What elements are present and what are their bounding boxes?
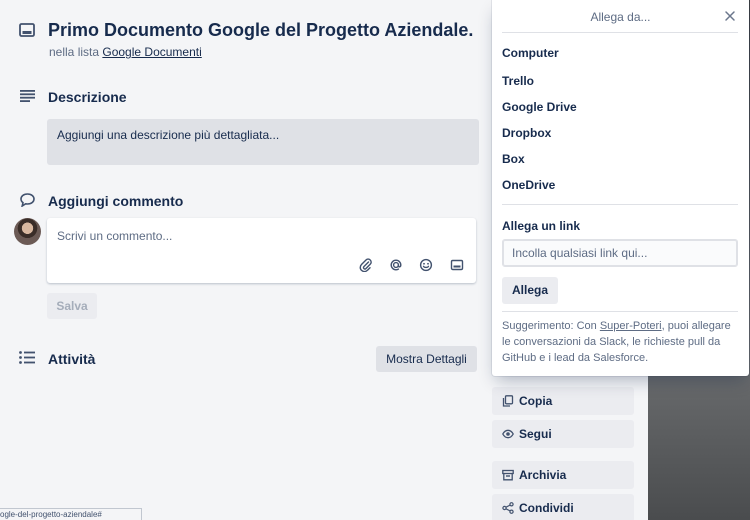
list-prefix: nella lista bbox=[49, 45, 100, 59]
source-dropbox[interactable]: Dropbox bbox=[502, 126, 551, 140]
comment-input[interactable]: Scrivi un commento... bbox=[47, 218, 476, 283]
description-icon bbox=[20, 90, 35, 102]
link-input[interactable]: Incolla qualsiasi link qui... bbox=[502, 239, 738, 267]
share-label: Condividi bbox=[519, 501, 574, 515]
power-ups-link[interactable]: Super-Poteri bbox=[600, 320, 662, 332]
popover-title: Allega da... bbox=[590, 10, 651, 24]
copy-button[interactable]: Copia bbox=[492, 387, 634, 415]
copy-label: Copia bbox=[519, 394, 553, 408]
archive-icon bbox=[502, 469, 514, 481]
show-details-button[interactable]: Mostra Dettagli bbox=[376, 346, 477, 372]
popover-divider-2 bbox=[502, 204, 738, 205]
comment-placeholder: Scrivi un commento... bbox=[57, 229, 173, 243]
activity-icon bbox=[19, 351, 35, 364]
comment-heading: Aggiungi commento bbox=[48, 193, 184, 209]
share-button[interactable]: Condividi bbox=[492, 494, 634, 520]
copy-icon bbox=[502, 395, 514, 407]
popover-divider bbox=[502, 32, 738, 33]
share-icon bbox=[502, 502, 514, 514]
tip-prefix: Suggerimento: Con bbox=[502, 320, 597, 332]
eye-icon bbox=[502, 428, 514, 440]
attach-popover: Allega da... Computer Trello Google Driv… bbox=[492, 0, 749, 376]
attach-button[interactable]: Allega bbox=[502, 277, 558, 304]
close-icon[interactable] bbox=[723, 9, 737, 23]
archive-button[interactable]: Archivia bbox=[492, 461, 634, 489]
source-computer[interactable]: Computer bbox=[502, 46, 559, 60]
popover-divider-3 bbox=[502, 311, 738, 312]
source-google-drive[interactable]: Google Drive bbox=[502, 100, 577, 114]
status-bar-url: ogle-del-progetto-aziendale# bbox=[0, 508, 142, 520]
comment-icon bbox=[20, 193, 35, 207]
source-onedrive[interactable]: OneDrive bbox=[502, 178, 555, 192]
mention-icon[interactable] bbox=[389, 258, 403, 272]
follow-label: Segui bbox=[519, 427, 552, 441]
card-link-icon[interactable] bbox=[450, 258, 464, 272]
card-title[interactable]: Primo Documento Google del Progetto Azie… bbox=[48, 20, 473, 41]
attach-link-heading: Allega un link bbox=[502, 219, 581, 233]
card-icon bbox=[19, 23, 35, 37]
card-list-info: nella lista Google Documenti bbox=[49, 45, 202, 59]
follow-button[interactable]: Segui bbox=[492, 420, 634, 448]
user-avatar[interactable] bbox=[14, 218, 41, 245]
save-comment-button[interactable]: Salva bbox=[47, 293, 97, 319]
source-box[interactable]: Box bbox=[502, 152, 525, 166]
emoji-icon[interactable] bbox=[419, 258, 433, 272]
description-heading: Descrizione bbox=[48, 89, 127, 105]
attachment-icon[interactable] bbox=[359, 258, 373, 272]
archive-label: Archivia bbox=[519, 468, 567, 482]
description-input[interactable]: Aggiungi una descrizione più dettagliata… bbox=[47, 119, 479, 165]
list-link[interactable]: Google Documenti bbox=[102, 45, 201, 59]
activity-heading: Attività bbox=[48, 351, 96, 367]
source-trello[interactable]: Trello bbox=[502, 74, 534, 88]
power-ups-tip: Suggerimento: Con Super-Poteri, puoi all… bbox=[502, 318, 742, 366]
